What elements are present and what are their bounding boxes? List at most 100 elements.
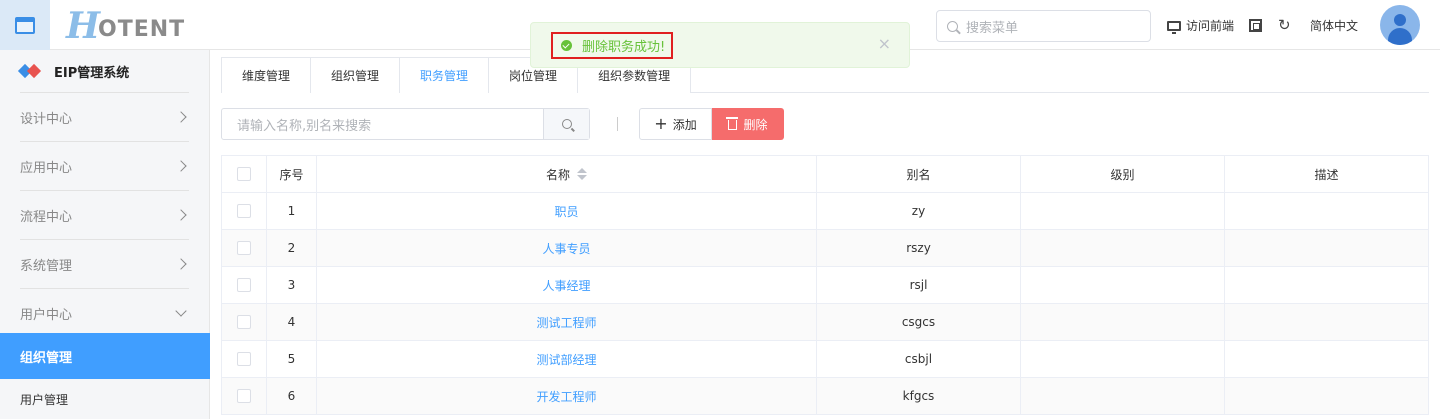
add-button[interactable]: + 添加 — [639, 108, 712, 140]
job-search-box: 请输入名称,别名来搜索 — [221, 108, 590, 140]
success-toast: 删除职务成功! × — [530, 22, 910, 68]
table-header-row: 序号 名称 别名 级别 描述 — [222, 156, 1428, 193]
table-row[interactable]: 1 职员 zy — [222, 193, 1428, 230]
check-circle-icon — [561, 40, 572, 51]
row-checkbox[interactable] — [237, 315, 251, 329]
delete-button[interactable]: 删除 — [712, 108, 784, 140]
sidebar-item-label: 应用中心 — [20, 160, 73, 176]
chevron-right-icon — [175, 160, 187, 172]
row-desc — [1225, 193, 1428, 229]
logo-h: H — [66, 5, 101, 47]
row-checkbox[interactable] — [237, 352, 251, 366]
visit-frontend-label: 访问前端 — [1186, 19, 1235, 33]
table-row[interactable]: 4 测试工程师 csgcs — [222, 304, 1428, 341]
menu-search-input[interactable]: 搜索菜单 — [936, 10, 1151, 42]
tab-org-management[interactable]: 组织管理 — [311, 58, 401, 93]
row-select-cell — [222, 341, 267, 377]
select-all-checkbox[interactable] — [237, 167, 251, 181]
avatar-body — [1388, 28, 1412, 45]
sidebar-item-label: 流程中心 — [20, 209, 73, 225]
row-alias: csbjl — [817, 341, 1021, 377]
window-icon — [15, 16, 35, 34]
sidebar-item-flow-center[interactable]: 流程中心 — [20, 190, 189, 239]
plus-icon: + — [654, 114, 668, 133]
chevron-down-icon — [175, 304, 187, 317]
sidebar-item-label: 系统管理 — [20, 258, 73, 274]
toast-message: 删除职务成功! — [582, 40, 666, 55]
system-title-label: EIP管理系统 — [54, 65, 130, 81]
sidebar-item-app-center[interactable]: 应用中心 — [20, 141, 189, 190]
delete-button-label: 删除 — [743, 117, 768, 132]
column-header-level: 级别 — [1021, 156, 1225, 192]
row-index: 1 — [267, 193, 317, 229]
row-alias: rsjl — [817, 267, 1021, 303]
language-switch[interactable]: 简体中文 — [1310, 17, 1358, 34]
row-level — [1021, 341, 1225, 377]
table-row[interactable]: 3 人事经理 rsjl — [222, 267, 1428, 304]
toolbar-separator — [617, 117, 618, 131]
row-name-link[interactable]: 测试部经理 — [317, 341, 817, 377]
column-header-name[interactable]: 名称 — [317, 156, 817, 192]
sidebar-item-label: 用户中心 — [20, 307, 73, 323]
row-checkbox[interactable] — [237, 241, 251, 255]
tab-job-management[interactable]: 职务管理 — [400, 58, 490, 93]
row-index: 5 — [267, 341, 317, 377]
row-index: 2 — [267, 230, 317, 266]
chevron-right-icon — [175, 258, 187, 270]
row-checkbox[interactable] — [237, 389, 251, 403]
row-select-cell — [222, 267, 267, 303]
language-label: 简体中文 — [1310, 19, 1359, 33]
row-desc — [1225, 230, 1428, 266]
column-header-desc: 描述 — [1314, 167, 1339, 182]
row-select-cell — [222, 230, 267, 266]
search-icon — [561, 119, 572, 129]
row-select-cell — [222, 378, 267, 414]
sort-icon[interactable] — [577, 168, 587, 180]
job-table: 序号 名称 别名 级别 描述 1 职员 zy 2 人事专员 rszy 3 人事经… — [221, 155, 1429, 415]
row-name-link[interactable]: 开发工程师 — [317, 378, 817, 414]
table-row[interactable]: 5 测试部经理 csbjl — [222, 341, 1428, 378]
sidebar-item-system-management[interactable]: 系统管理 — [20, 239, 189, 288]
job-search-button[interactable] — [543, 109, 589, 139]
row-name-link[interactable]: 人事专员 — [317, 230, 817, 266]
sidebar-item-user-center[interactable]: 用户中心 — [20, 288, 189, 337]
hotent-logo: H OTENT — [66, 6, 185, 44]
job-search-input[interactable]: 请输入名称,别名来搜索 — [222, 109, 543, 139]
fullscreen-icon[interactable] — [1249, 19, 1262, 32]
menu-search-placeholder: 搜索菜单 — [966, 20, 1019, 36]
row-index: 6 — [267, 378, 317, 414]
table-row[interactable]: 2 人事专员 rszy — [222, 230, 1428, 267]
menu-toggle-button[interactable] — [0, 0, 50, 50]
toast-message-box: 删除职务成功! — [551, 32, 674, 59]
close-icon[interactable]: × — [878, 36, 891, 52]
add-button-label: 添加 — [672, 117, 697, 132]
row-desc — [1225, 378, 1428, 414]
tab-dimension-management[interactable]: 维度管理 — [222, 58, 312, 93]
row-index: 4 — [267, 304, 317, 340]
row-name-link[interactable]: 职员 — [317, 193, 817, 229]
row-desc — [1225, 341, 1428, 377]
row-checkbox[interactable] — [237, 278, 251, 292]
sidebar-item-org-management[interactable]: 组织管理 — [0, 333, 210, 379]
sidebar-item-user-management[interactable]: 用户管理 — [0, 379, 210, 419]
sidebar-item-design-center[interactable]: 设计中心 — [20, 92, 189, 141]
row-level — [1021, 193, 1225, 229]
row-alias: csgcs — [817, 304, 1021, 340]
row-alias: kfgcs — [817, 378, 1021, 414]
refresh-icon[interactable]: ↻ — [1278, 18, 1291, 33]
row-checkbox[interactable] — [237, 204, 251, 218]
row-level — [1021, 378, 1225, 414]
trash-icon — [726, 117, 739, 130]
avatar-head — [1394, 14, 1406, 26]
visit-frontend-link[interactable]: 访问前端 — [1167, 17, 1234, 34]
avatar[interactable] — [1380, 5, 1420, 45]
chevron-right-icon — [175, 111, 187, 123]
row-name-link[interactable]: 测试工程师 — [317, 304, 817, 340]
logo-text: OTENT — [98, 17, 186, 42]
sidebar: EIP管理系统 设计中心 应用中心 流程中心 系统管理 用户中心 组织管理 用户… — [0, 50, 210, 419]
row-alias: rszy — [817, 230, 1021, 266]
monitor-icon — [1167, 20, 1181, 34]
row-name-link[interactable]: 人事经理 — [317, 267, 817, 303]
chevron-right-icon — [175, 209, 187, 221]
table-row[interactable]: 6 开发工程师 kfgcs — [222, 378, 1428, 415]
